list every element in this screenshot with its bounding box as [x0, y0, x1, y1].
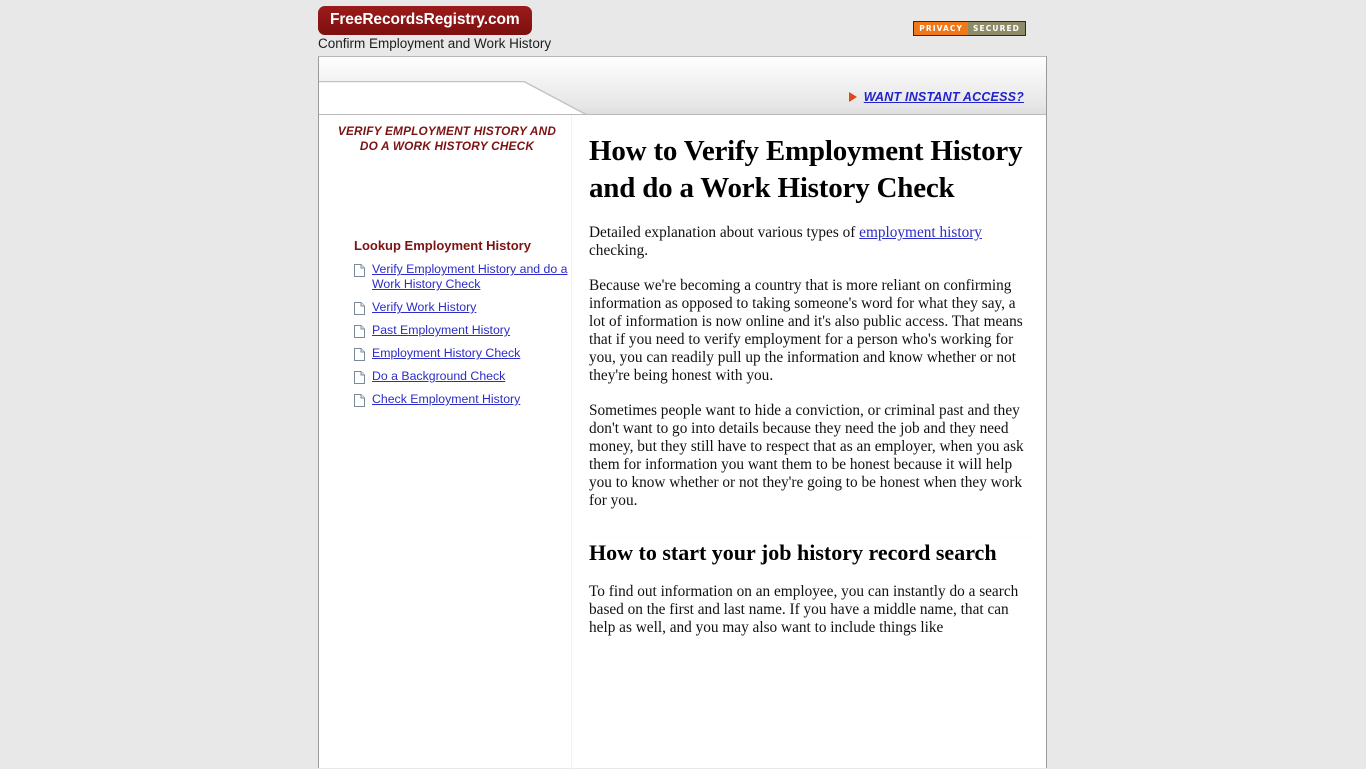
- instant-access-callout[interactable]: WANT INSTANT ACCESS?: [848, 90, 1024, 104]
- intro-text-after: checking.: [589, 242, 649, 259]
- sidebar-item-past-employment-history[interactable]: Past Employment History: [354, 323, 571, 338]
- privacy-secured-badge: PRIVACY SECURED: [913, 21, 1026, 36]
- intro-paragraph: Detailed explanation about various types…: [589, 224, 1032, 260]
- sidebar: VERIFY EMPLOYMENT HISTORY AND DO A WORK …: [319, 115, 571, 769]
- sidebar-item-label[interactable]: Check Employment History: [372, 392, 520, 407]
- want-instant-access-link[interactable]: WANT INSTANT ACCESS?: [864, 90, 1024, 104]
- sidebar-item-label[interactable]: Do a Background Check: [372, 369, 505, 384]
- section-title: How to start your job history record sea…: [589, 540, 997, 565]
- sidebar-item-label[interactable]: Verify Work History: [372, 300, 476, 315]
- sidebar-item-employment-history-check[interactable]: Employment History Check: [354, 346, 571, 361]
- page-card: WANT INSTANT ACCESS? VERIFY EMPLOYMENT H…: [318, 56, 1047, 769]
- page-title: How to Verify Employment History and do …: [589, 135, 1023, 204]
- sidebar-item-verify-employment-history[interactable]: Verify Employment History and do a Work …: [354, 262, 571, 292]
- sidebar-nav-heading: Lookup Employment History: [354, 238, 531, 253]
- sidebar-item-label[interactable]: Employment History Check: [372, 346, 520, 361]
- document-icon: [354, 348, 365, 361]
- site-masthead: FreeRecordsRegistry.com Confirm Employme…: [318, 0, 1048, 54]
- employment-history-link[interactable]: employment history: [859, 224, 982, 241]
- privacy-badge-right-label: SECURED: [968, 22, 1025, 35]
- triangle-right-icon: [848, 92, 857, 102]
- body-paragraph-2: Because we're becoming a country that is…: [589, 277, 1023, 384]
- privacy-badge-left-label: PRIVACY: [914, 22, 969, 35]
- intro-text-before: Detailed explanation about various types…: [589, 224, 860, 241]
- sidebar-item-verify-work-history[interactable]: Verify Work History: [354, 300, 571, 315]
- sidebar-item-label[interactable]: Past Employment History: [372, 323, 510, 338]
- document-icon: [354, 325, 365, 338]
- sidebar-item-label[interactable]: Verify Employment History and do a Work …: [372, 262, 571, 292]
- main-content: How to Verify Employment History and do …: [572, 115, 1046, 769]
- document-icon: [354, 302, 365, 315]
- body-paragraph-4: To find out information on an employee, …: [589, 583, 1019, 636]
- content-columns: VERIFY EMPLOYMENT HISTORY AND DO A WORK …: [319, 115, 1046, 769]
- document-icon: [354, 264, 365, 277]
- sidebar-nav: Lookup Employment History Verify Employm…: [319, 238, 571, 407]
- site-logo[interactable]: FreeRecordsRegistry.com: [318, 6, 532, 35]
- document-icon: [354, 371, 365, 384]
- banner-strip: WANT INSTANT ACCESS?: [319, 57, 1046, 115]
- site-tagline: Confirm Employment and Work History: [318, 36, 552, 51]
- document-icon: [354, 394, 365, 407]
- body-paragraph-3: Sometimes people want to hide a convicti…: [589, 402, 1024, 509]
- sidebar-item-check-employment-history[interactable]: Check Employment History: [354, 392, 571, 407]
- sidebar-item-do-a-background-check[interactable]: Do a Background Check: [354, 369, 571, 384]
- sidebar-title: VERIFY EMPLOYMENT HISTORY AND DO A WORK …: [337, 124, 557, 153]
